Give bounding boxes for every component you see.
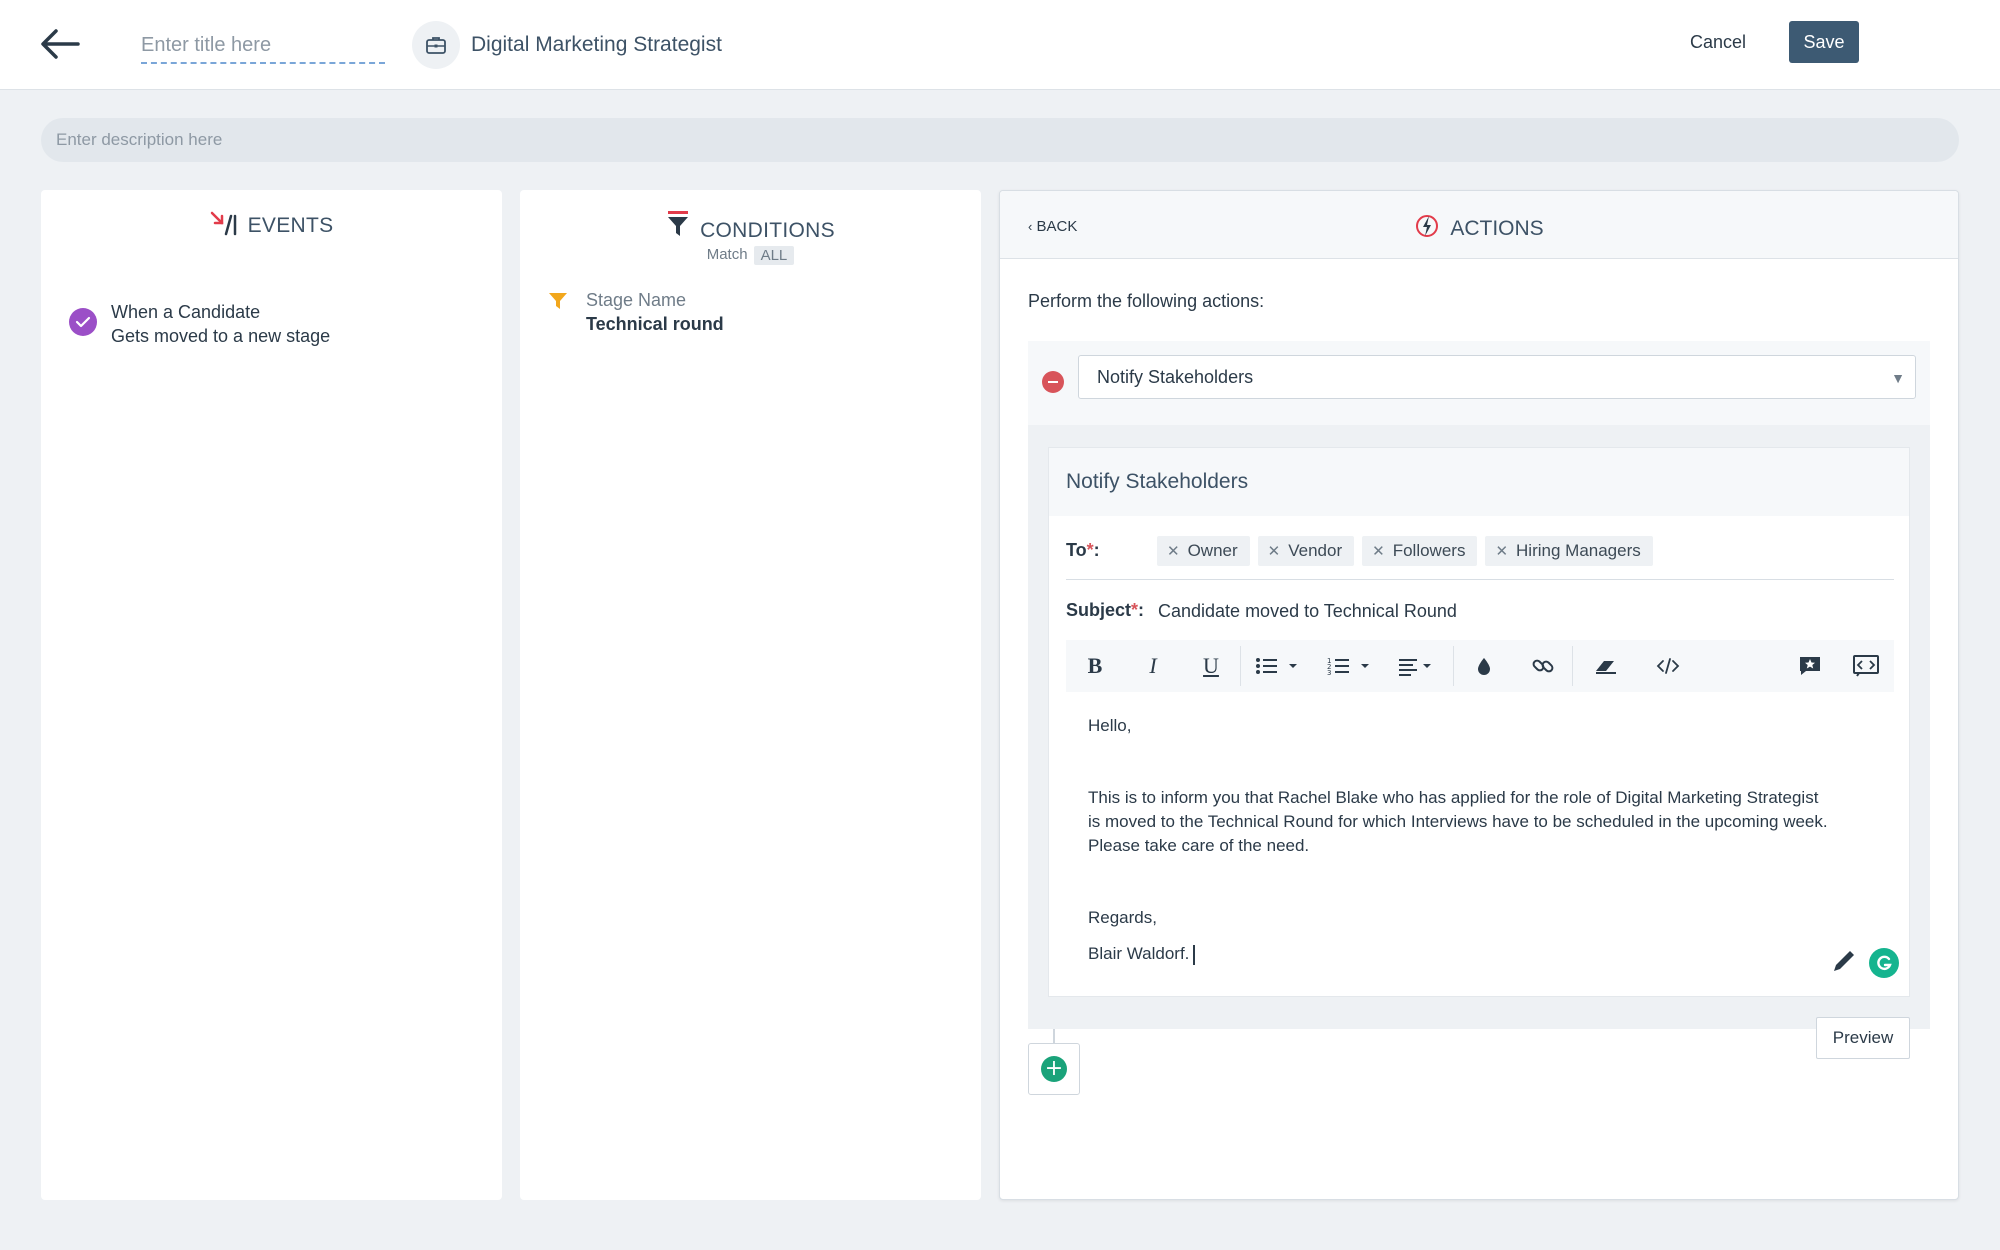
to-label: To*:	[1066, 540, 1100, 560]
lightning-icon	[1414, 213, 1440, 245]
code-view-icon[interactable]	[1639, 640, 1697, 692]
check-icon	[69, 308, 97, 336]
back-arrow-icon[interactable]	[36, 24, 84, 64]
remove-chip-icon[interactable]: ✕	[1167, 542, 1180, 560]
conditions-panel: CONDITIONS Match ALL Stage Name Technica…	[520, 190, 981, 1200]
bold-icon[interactable]: B	[1066, 640, 1124, 692]
condition-label: Stage Name	[586, 290, 687, 310]
title-input[interactable]	[141, 28, 385, 64]
body-signature: Blair Waldorf.	[1088, 944, 1190, 963]
condition-item[interactable]: Stage Name Technical round	[548, 288, 724, 336]
events-icon	[210, 210, 238, 242]
body-line: is moved to the Technical Round for whic…	[1088, 812, 1828, 831]
remove-chip-icon[interactable]: ✕	[1268, 542, 1281, 560]
subject-label: Subject*:	[1066, 600, 1145, 620]
preview-button[interactable]: Preview	[1816, 1017, 1910, 1059]
remove-chip-icon[interactable]: ✕	[1372, 542, 1385, 560]
body-greeting: Hello,	[1088, 716, 1132, 735]
cancel-button[interactable]: Cancel	[1680, 26, 1756, 58]
svg-text:3: 3	[1327, 669, 1331, 676]
action-type-select[interactable]: Notify Stakeholders ▼	[1078, 355, 1916, 399]
description-input[interactable]	[41, 118, 1959, 162]
numbered-list-icon[interactable]: 123	[1313, 640, 1385, 692]
recipient-chip: ✕ Followers	[1362, 536, 1478, 566]
briefcase-icon	[412, 21, 460, 69]
add-action-button[interactable]: +	[1028, 1043, 1080, 1095]
body-line: This is to inform you that Rachel Blake …	[1088, 788, 1819, 807]
conditions-heading: CONDITIONS	[700, 219, 835, 242]
actions-panel: ‹ BACK ACTIONS Perform the following act…	[999, 190, 1959, 1200]
recipient-chip: ✕ Owner	[1157, 536, 1250, 566]
grammar-assistant-icon[interactable]	[1869, 948, 1899, 978]
events-panel: EVENTS When a Candidate Gets moved to a …	[41, 190, 502, 1200]
subject-input[interactable]: Candidate moved to Technical Round	[1158, 601, 1457, 622]
conditions-header: CONDITIONS	[520, 210, 981, 244]
caret-down-icon: ▼	[1891, 370, 1905, 386]
event-trigger: When a Candidate	[111, 302, 261, 322]
code-block-icon[interactable]	[1838, 640, 1894, 692]
notify-card-title: Notify Stakeholders	[1049, 448, 1909, 516]
action-type-value: Notify Stakeholders	[1097, 366, 1254, 387]
event-item[interactable]: When a Candidate Gets moved to a new sta…	[69, 300, 330, 348]
italic-icon[interactable]: I	[1124, 640, 1182, 692]
match-badge[interactable]: ALL	[753, 246, 795, 265]
actions-intro: Perform the following actions:	[1028, 291, 1265, 311]
match-row: Match ALL	[520, 246, 981, 265]
events-heading: EVENTS	[247, 214, 334, 237]
star-comment-icon[interactable]	[1782, 640, 1838, 692]
condition-filter-icon	[548, 291, 568, 336]
link-icon[interactable]	[1514, 640, 1572, 692]
eraser-icon[interactable]	[1573, 640, 1639, 692]
actions-header: ‹ BACK ACTIONS	[1000, 191, 1958, 259]
notify-card: Notify Stakeholders To*: ✕ Owner ✕ Vendor …	[1048, 447, 1910, 997]
pen-icon[interactable]	[1831, 948, 1857, 979]
recipient-chip: ✕ Vendor	[1257, 536, 1355, 566]
bullet-list-icon[interactable]	[1241, 640, 1313, 692]
event-description: Gets moved to a new stage	[111, 326, 331, 346]
underline-icon[interactable]: U	[1182, 640, 1240, 692]
save-button[interactable]: Save	[1789, 21, 1859, 63]
editor-toolbar: B I U 123	[1066, 640, 1894, 692]
recipient-chip: ✕ Hiring Managers	[1485, 536, 1653, 566]
to-underline	[1066, 579, 1894, 580]
email-body-editor[interactable]: Hello, This is to inform you that Rachel…	[1088, 714, 1888, 966]
recipient-chips[interactable]: ✕ Owner ✕ Vendor ✕ Followers ✕ Hiring Manage…	[1157, 536, 1653, 566]
body-line: Please take care of the need.	[1088, 836, 1310, 855]
actions-heading: ACTIONS	[1450, 217, 1544, 240]
condition-value: Technical round	[586, 314, 724, 334]
action-connector	[1053, 1029, 1055, 1043]
match-label: Match	[706, 246, 748, 263]
remove-chip-icon[interactable]: ✕	[1495, 542, 1508, 560]
text-cursor	[1193, 944, 1196, 965]
color-drop-icon[interactable]	[1454, 640, 1514, 692]
action-block: Notify Stakeholders ▼ Notify Stakeholder…	[1028, 341, 1930, 1029]
body-closing: Regards,	[1088, 908, 1157, 927]
events-header: EVENTS	[41, 210, 502, 242]
job-title: Digital Marketing Strategist	[471, 33, 722, 56]
align-icon[interactable]	[1385, 640, 1453, 692]
plus-icon: +	[1041, 1056, 1067, 1082]
funnel-icon	[666, 210, 690, 244]
top-bar: Digital Marketing Strategist Cancel Save	[0, 0, 2000, 90]
remove-action-icon[interactable]	[1042, 371, 1064, 393]
